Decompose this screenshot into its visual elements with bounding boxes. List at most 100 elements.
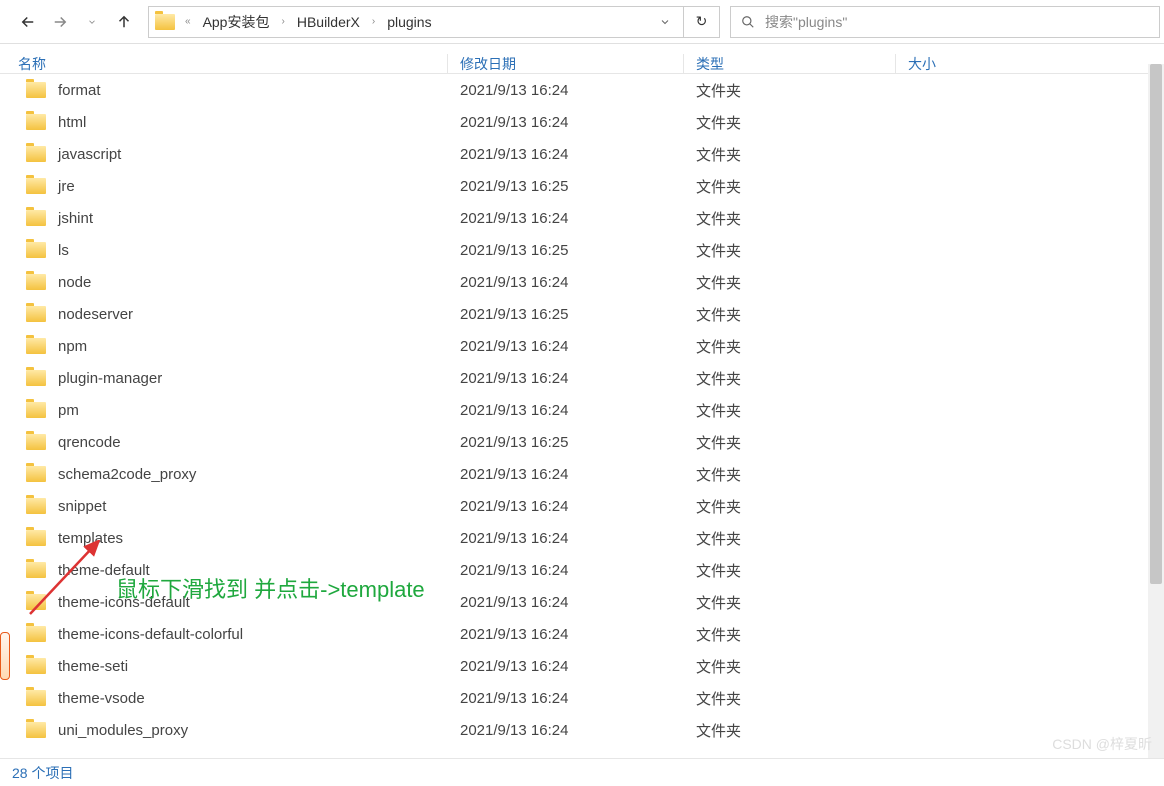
cell-type: 文件夹 [684, 112, 896, 133]
cell-name: javascript [0, 146, 448, 163]
breadcrumb-overflow[interactable]: « [179, 16, 197, 27]
cell-name: theme-icons-default [0, 594, 448, 611]
cell-name: theme-icons-default-colorful [0, 626, 448, 643]
nav-buttons [4, 8, 148, 36]
cell-date: 2021/9/13 16:24 [448, 658, 684, 675]
back-button[interactable] [14, 8, 42, 36]
cell-name: theme-default [0, 562, 448, 579]
file-row[interactable]: plugin-manager 2021/9/13 16:24文件夹 [0, 362, 1164, 394]
file-row[interactable]: ls2021/9/13 16:25文件夹 [0, 234, 1164, 266]
folder-icon [26, 498, 46, 514]
file-row[interactable]: schema2code_proxy2021/9/13 16:24文件夹 [0, 458, 1164, 490]
cell-type: 文件夹 [684, 368, 896, 389]
folder-icon [26, 562, 46, 578]
header-date[interactable]: 修改日期 [448, 54, 684, 73]
side-widget [0, 632, 10, 680]
file-name: schema2code_proxy [58, 466, 196, 483]
cell-date: 2021/9/13 16:24 [448, 530, 684, 547]
file-name: plugin-manager [58, 370, 162, 387]
cell-type: 文件夹 [684, 176, 896, 197]
cell-name: templates [0, 530, 448, 547]
folder-icon [26, 722, 46, 738]
file-row[interactable]: qrencode2021/9/13 16:25文件夹 [0, 426, 1164, 458]
file-row[interactable]: theme-seti2021/9/13 16:24文件夹 [0, 650, 1164, 682]
folder-icon [26, 146, 46, 162]
file-name: theme-icons-default-colorful [58, 626, 243, 643]
cell-date: 2021/9/13 16:25 [448, 306, 684, 323]
scrollbar-track[interactable] [1148, 64, 1164, 758]
folder-icon [26, 306, 46, 322]
file-row[interactable]: jre2021/9/13 16:25文件夹 [0, 170, 1164, 202]
breadcrumb-item[interactable]: HBuilderX [293, 12, 364, 32]
file-name: jre [58, 178, 75, 195]
cell-type: 文件夹 [684, 720, 896, 741]
chevron-right-icon: › [366, 16, 381, 27]
folder-icon [26, 178, 46, 194]
file-row[interactable]: format2021/9/13 16:24文件夹 [0, 74, 1164, 106]
refresh-button[interactable]: ↻ [684, 6, 720, 38]
folder-icon [155, 14, 175, 30]
cell-date: 2021/9/13 16:24 [448, 370, 684, 387]
file-row[interactable]: theme-default2021/9/13 16:24文件夹 [0, 554, 1164, 586]
header-size[interactable]: 大小 [896, 54, 1096, 73]
cell-name: schema2code_proxy [0, 466, 448, 483]
breadcrumb-item[interactable]: App安装包 [199, 10, 274, 34]
file-name: pm [58, 402, 79, 419]
file-row[interactable]: snippet2021/9/13 16:24文件夹 [0, 490, 1164, 522]
file-row[interactable]: theme-vsode2021/9/13 16:24文件夹 [0, 682, 1164, 714]
file-row[interactable]: theme-icons-default-colorful 2021/9/13 16… [0, 618, 1164, 650]
folder-icon [26, 658, 46, 674]
cell-type: 文件夹 [684, 400, 896, 421]
file-name: templates [58, 530, 123, 547]
breadcrumb-item[interactable]: plugins [383, 12, 435, 32]
folder-icon [26, 466, 46, 482]
file-row[interactable]: theme-icons-default2021/9/13 16:24文件夹 [0, 586, 1164, 618]
address-bar[interactable]: « App安装包 › HBuilderX › plugins [148, 6, 684, 38]
folder-icon [26, 338, 46, 354]
up-button[interactable] [110, 8, 138, 36]
cell-date: 2021/9/13 16:24 [448, 562, 684, 579]
recent-dropdown[interactable] [78, 8, 106, 36]
cell-date: 2021/9/13 16:24 [448, 498, 684, 515]
cell-date: 2021/9/13 16:24 [448, 594, 684, 611]
cell-name: plugin-manager [0, 370, 448, 387]
cell-type: 文件夹 [684, 624, 896, 645]
cell-name: html [0, 114, 448, 131]
file-row[interactable]: jshint2021/9/13 16:24文件夹 [0, 202, 1164, 234]
cell-name: format [0, 82, 448, 99]
cell-date: 2021/9/13 16:24 [448, 146, 684, 163]
file-row[interactable]: nodeserver2021/9/13 16:25文件夹 [0, 298, 1164, 330]
chevron-right-icon: › [275, 16, 290, 27]
cell-date: 2021/9/13 16:24 [448, 626, 684, 643]
file-row[interactable]: html2021/9/13 16:24文件夹 [0, 106, 1164, 138]
folder-icon [26, 82, 46, 98]
forward-button[interactable] [46, 8, 74, 36]
file-name: format [58, 82, 101, 99]
file-row[interactable]: node2021/9/13 16:24文件夹 [0, 266, 1164, 298]
file-row[interactable]: npm2021/9/13 16:24文件夹 [0, 330, 1164, 362]
file-row[interactable]: uni_modules_proxy2021/9/13 16:24文件夹 [0, 714, 1164, 744]
search-box[interactable]: 搜索"plugins" [730, 6, 1160, 38]
header-name[interactable]: 名称 [0, 54, 448, 73]
file-row[interactable]: pm2021/9/13 16:24文件夹 [0, 394, 1164, 426]
cell-type: 文件夹 [684, 272, 896, 293]
cell-type: 文件夹 [684, 336, 896, 357]
address-dropdown[interactable] [653, 16, 677, 28]
scrollbar-thumb[interactable] [1150, 64, 1162, 584]
folder-icon [26, 114, 46, 130]
file-name: nodeserver [58, 306, 133, 323]
cell-type: 文件夹 [684, 80, 896, 101]
file-row[interactable]: javascript2021/9/13 16:24文件夹 [0, 138, 1164, 170]
file-name: jshint [58, 210, 93, 227]
file-name: snippet [58, 498, 106, 515]
cell-type: 文件夹 [684, 240, 896, 261]
file-name: qrencode [58, 434, 121, 451]
header-type[interactable]: 类型 [684, 54, 896, 73]
toolbar: « App安装包 › HBuilderX › plugins ↻ 搜索"plug… [0, 0, 1164, 44]
cell-date: 2021/9/13 16:25 [448, 434, 684, 451]
cell-date: 2021/9/13 16:25 [448, 242, 684, 259]
cell-name: node [0, 274, 448, 291]
file-row[interactable]: templates2021/9/13 16:24文件夹 [0, 522, 1164, 554]
cell-name: nodeserver [0, 306, 448, 323]
file-list[interactable]: format2021/9/13 16:24文件夹html2021/9/13 16… [0, 74, 1164, 744]
